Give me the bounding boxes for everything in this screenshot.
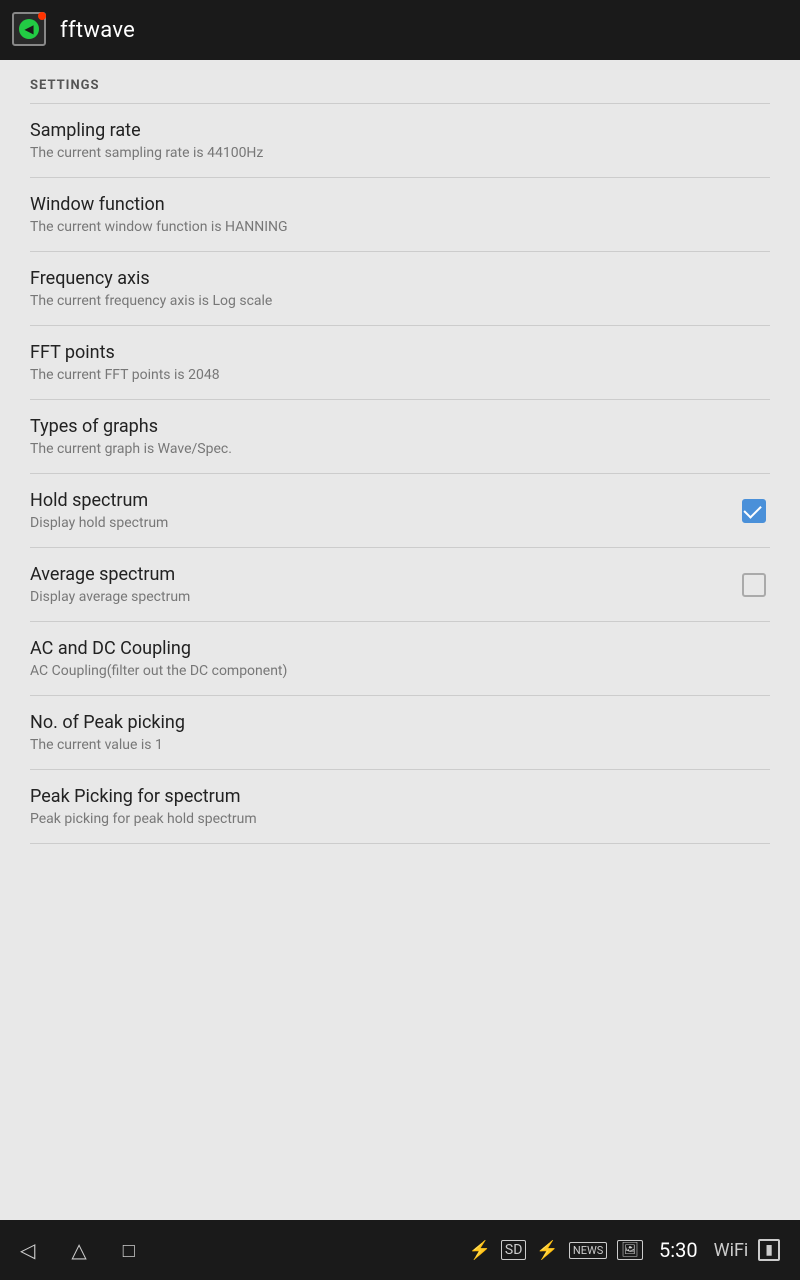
storage-icon: SD bbox=[501, 1240, 527, 1260]
setting-text-window-function: Window function The current window functi… bbox=[30, 194, 770, 235]
setting-title-average-spectrum: Average spectrum bbox=[30, 564, 738, 585]
setting-item-fft-points[interactable]: FFT points The current FFT points is 2048 bbox=[0, 326, 800, 399]
status-time: 5:30 bbox=[659, 1238, 698, 1262]
setting-subtitle-peak-picking-spectrum: Peak picking for peak hold spectrum bbox=[30, 811, 770, 827]
nav-right: ⚡ SD ⚡ NEWS 🖼 5:30 WiFi ▮ bbox=[469, 1238, 781, 1262]
main-content: SETTINGS Sampling rate The current sampli… bbox=[0, 60, 800, 1220]
setting-title-types-of-graphs: Types of graphs bbox=[30, 416, 770, 437]
setting-text-peak-picking: No. of Peak picking The current value is … bbox=[30, 712, 770, 753]
setting-item-hold-spectrum[interactable]: Hold spectrum Display hold spectrum bbox=[0, 474, 800, 547]
nav-back-icon[interactable]: ◁ bbox=[20, 1238, 35, 1262]
app-icon: ◀ bbox=[12, 12, 48, 48]
battery-icon: ▮ bbox=[758, 1239, 780, 1261]
setting-subtitle-frequency-axis: The current frequency axis is Log scale bbox=[30, 293, 770, 309]
setting-title-peak-picking: No. of Peak picking bbox=[30, 712, 770, 733]
top-bar: ◀ fftwave bbox=[0, 0, 800, 60]
wifi-icon: WiFi bbox=[714, 1240, 749, 1261]
setting-title-ac-dc-coupling: AC and DC Coupling bbox=[30, 638, 770, 659]
checkbox-average-spectrum[interactable] bbox=[738, 569, 770, 601]
setting-text-peak-picking-spectrum: Peak Picking for spectrum Peak picking fo… bbox=[30, 786, 770, 827]
setting-subtitle-sampling-rate: The current sampling rate is 44100Hz bbox=[30, 145, 770, 161]
app-title: fftwave bbox=[60, 18, 135, 43]
news-icon: NEWS bbox=[569, 1242, 607, 1259]
setting-item-peak-picking[interactable]: No. of Peak picking The current value is … bbox=[0, 696, 800, 769]
setting-item-types-of-graphs[interactable]: Types of graphs The current graph is Wave… bbox=[0, 400, 800, 473]
usb2-icon: ⚡ bbox=[536, 1240, 558, 1261]
settings-list: Sampling rate The current sampling rate i… bbox=[0, 104, 800, 844]
setting-subtitle-hold-spectrum: Display hold spectrum bbox=[30, 515, 738, 531]
setting-item-sampling-rate[interactable]: Sampling rate The current sampling rate i… bbox=[0, 104, 800, 177]
setting-text-types-of-graphs: Types of graphs The current graph is Wave… bbox=[30, 416, 770, 457]
setting-subtitle-ac-dc-coupling: AC Coupling(filter out the DC component) bbox=[30, 663, 770, 679]
setting-text-average-spectrum: Average spectrum Display average spectrum bbox=[30, 564, 738, 605]
setting-title-frequency-axis: Frequency axis bbox=[30, 268, 770, 289]
setting-item-average-spectrum[interactable]: Average spectrum Display average spectrum bbox=[0, 548, 800, 621]
setting-item-peak-picking-spectrum[interactable]: Peak Picking for spectrum Peak picking fo… bbox=[0, 770, 800, 843]
setting-text-hold-spectrum: Hold spectrum Display hold spectrum bbox=[30, 490, 738, 531]
setting-title-hold-spectrum: Hold spectrum bbox=[30, 490, 738, 511]
setting-item-frequency-axis[interactable]: Frequency axis The current frequency axis… bbox=[0, 252, 800, 325]
setting-title-sampling-rate: Sampling rate bbox=[30, 120, 770, 141]
checkbox-unchecked-average-spectrum bbox=[742, 573, 766, 597]
setting-title-window-function: Window function bbox=[30, 194, 770, 215]
setting-subtitle-average-spectrum: Display average spectrum bbox=[30, 589, 738, 605]
usb-icon: ⚡ bbox=[469, 1240, 491, 1261]
nav-recent-icon[interactable]: □ bbox=[123, 1238, 135, 1263]
bottom-bar: ◁ △ □ ⚡ SD ⚡ NEWS 🖼 5:30 WiFi ▮ bbox=[0, 1220, 800, 1280]
setting-subtitle-window-function: The current window function is HANNING bbox=[30, 219, 770, 235]
checkbox-hold-spectrum[interactable] bbox=[738, 495, 770, 527]
setting-item-ac-dc-coupling[interactable]: AC and DC Coupling AC Coupling(filter out… bbox=[0, 622, 800, 695]
setting-title-peak-picking-spectrum: Peak Picking for spectrum bbox=[30, 786, 770, 807]
setting-item-window-function[interactable]: Window function The current window functi… bbox=[0, 178, 800, 251]
nav-home-icon[interactable]: △ bbox=[71, 1238, 86, 1262]
nav-left: ◁ △ □ bbox=[20, 1238, 135, 1263]
setting-text-ac-dc-coupling: AC and DC Coupling AC Coupling(filter out… bbox=[30, 638, 770, 679]
setting-subtitle-peak-picking: The current value is 1 bbox=[30, 737, 770, 753]
checkbox-checked-hold-spectrum bbox=[742, 499, 766, 523]
setting-subtitle-fft-points: The current FFT points is 2048 bbox=[30, 367, 770, 383]
setting-subtitle-types-of-graphs: The current graph is Wave/Spec. bbox=[30, 441, 770, 457]
setting-text-fft-points: FFT points The current FFT points is 2048 bbox=[30, 342, 770, 383]
image-icon: 🖼 bbox=[617, 1240, 643, 1260]
setting-text-frequency-axis: Frequency axis The current frequency axis… bbox=[30, 268, 770, 309]
setting-title-fft-points: FFT points bbox=[30, 342, 770, 363]
setting-text-sampling-rate: Sampling rate The current sampling rate i… bbox=[30, 120, 770, 161]
divider-peak-picking-spectrum bbox=[30, 843, 770, 844]
settings-header: SETTINGS bbox=[0, 60, 800, 103]
